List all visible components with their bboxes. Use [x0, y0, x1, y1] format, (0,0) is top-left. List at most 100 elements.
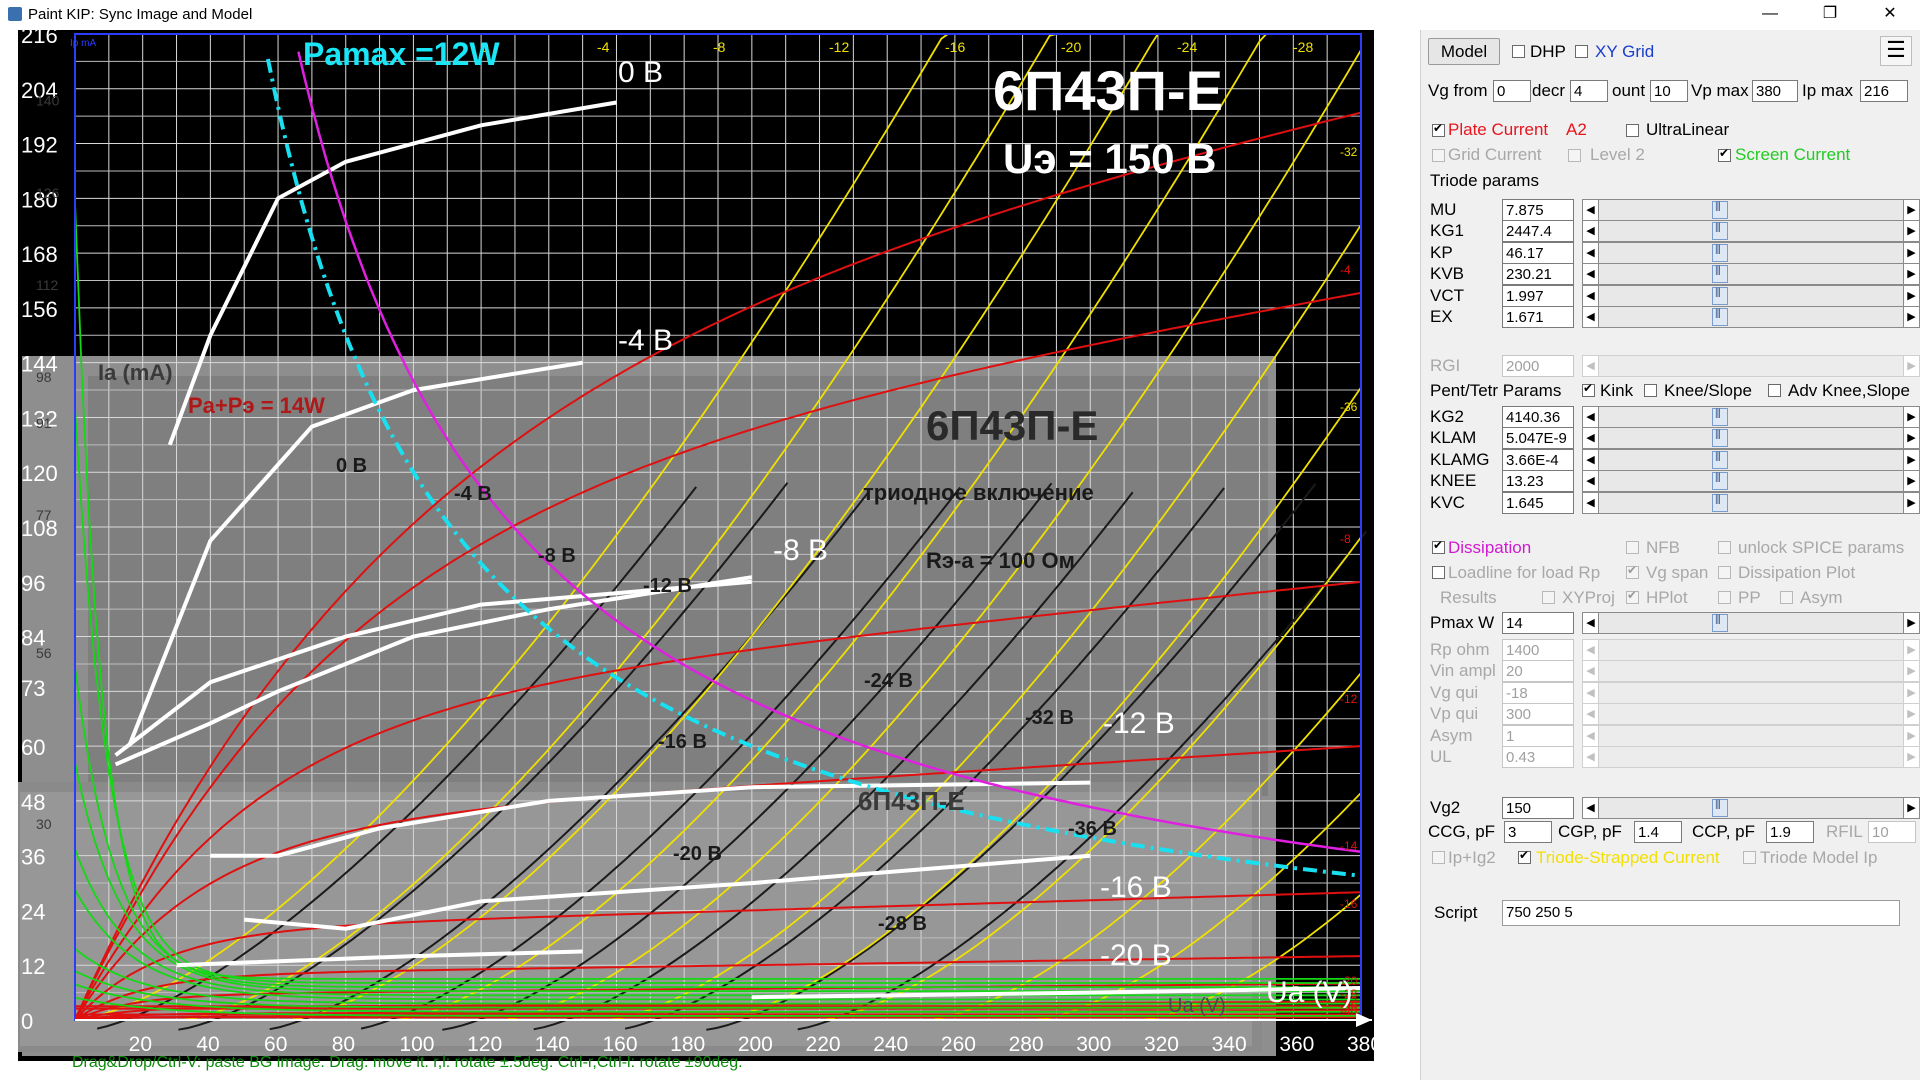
- rgi-field[interactable]: 2000: [1502, 355, 1574, 377]
- vp-qui-field[interactable]: 300: [1502, 703, 1574, 726]
- pp-checkbox[interactable]: [1718, 591, 1731, 604]
- triode-params-heading: Triode params: [1430, 171, 1539, 190]
- ip-ig2-checkbox[interactable]: [1432, 851, 1445, 864]
- right-grid-label: -14: [1340, 839, 1358, 853]
- screen-current-checkbox[interactable]: [1718, 146, 1731, 162]
- script-input[interactable]: 750 250 5: [1502, 900, 1900, 926]
- ultralinear-checkbox[interactable]: [1626, 124, 1639, 137]
- vg2-field[interactable]: 150: [1502, 797, 1574, 819]
- y-tick-label: 24: [21, 899, 45, 924]
- kink-label: Kink: [1600, 381, 1634, 400]
- rp-ohm-field[interactable]: 1400: [1502, 639, 1574, 661]
- hplot-checkbox[interactable]: [1626, 588, 1639, 604]
- vp-qui-slider[interactable]: ◀ ▶: [1582, 703, 1920, 726]
- kp-slider[interactable]: ◀▶: [1582, 241, 1920, 264]
- kp-field[interactable]: 46.17: [1502, 241, 1574, 264]
- dissipation-checkbox[interactable]: [1432, 538, 1445, 554]
- curve-label: -16 В: [1100, 871, 1172, 904]
- grid-current-checkbox[interactable]: [1432, 149, 1445, 162]
- level2-checkbox[interactable]: [1568, 149, 1581, 162]
- app-icon: [8, 7, 22, 21]
- kg1-field[interactable]: 2447.4: [1502, 220, 1574, 243]
- characteristic-plot[interactable]: 2162041921801681561441321201089684736048…: [18, 30, 1374, 1061]
- xy-grid-checkbox[interactable]: [1575, 45, 1588, 58]
- vg2-slider[interactable]: ◀▶: [1582, 797, 1920, 819]
- asym-field[interactable]: 1: [1502, 724, 1574, 747]
- knee-slider[interactable]: ◀▶: [1582, 470, 1920, 493]
- kvb-field[interactable]: 230.21: [1502, 263, 1574, 286]
- knee-field[interactable]: 13.23: [1502, 470, 1574, 493]
- unlock-spice-checkbox[interactable]: [1718, 541, 1731, 554]
- loadline-checkbox[interactable]: [1432, 566, 1445, 579]
- klam-field[interactable]: 5.047E-9: [1502, 427, 1574, 450]
- ex-field[interactable]: 1.671: [1502, 306, 1574, 328]
- ul-slider[interactable]: ◀ ▶: [1582, 746, 1920, 768]
- minimize-button[interactable]: —: [1740, 0, 1800, 30]
- maximize-button[interactable]: ❐: [1800, 0, 1860, 30]
- plot-canvas[interactable]: 216 204 192 180 168 156 144 132 120 108 96 84 73 60 48…: [18, 30, 1374, 1061]
- kvb-slider[interactable]: ◀▶: [1582, 263, 1920, 286]
- bg-curve-label: -24 В: [864, 670, 913, 692]
- status-hint: Drag&Drop/Ctrl-V: paste BG image. Drag: …: [72, 1054, 743, 1071]
- asym-checkbox[interactable]: [1780, 591, 1793, 604]
- bg-curve-label: -20 В: [673, 843, 722, 865]
- tube-title: 6П43П-Е: [993, 59, 1223, 122]
- unlock-spice-label: unlock SPICE params: [1738, 538, 1905, 557]
- vg-qui-field[interactable]: -18: [1502, 681, 1574, 704]
- klamg-field[interactable]: 3.66E-4: [1502, 448, 1574, 471]
- vg-from-label: Vg from: [1428, 81, 1488, 100]
- triode-model-ip-checkbox[interactable]: [1743, 851, 1756, 864]
- ip-max-field[interactable]: 216: [1860, 80, 1908, 102]
- xyproj-checkbox[interactable]: [1542, 591, 1555, 604]
- x-tick-label: 100: [399, 1033, 434, 1056]
- mu-field[interactable]: 7.875: [1502, 199, 1574, 221]
- kvc-slider[interactable]: ◀▶: [1582, 491, 1920, 514]
- dhp-checkbox[interactable]: [1512, 45, 1525, 58]
- count-field[interactable]: 10: [1650, 80, 1688, 102]
- kink-checkbox[interactable]: [1582, 381, 1595, 397]
- klam-slider[interactable]: ◀▶: [1582, 427, 1920, 450]
- ccg-label: CCG, pF: [1428, 822, 1496, 841]
- ccp-field[interactable]: 1.9: [1766, 821, 1814, 843]
- vct-field[interactable]: 1.997: [1502, 284, 1574, 307]
- model-button[interactable]: Model: [1428, 38, 1500, 65]
- vin-ampl-slider[interactable]: ◀ ▶: [1582, 660, 1920, 683]
- pmax-slider[interactable]: ◀▶: [1582, 612, 1920, 634]
- y-tick-label: 12: [21, 954, 45, 979]
- grid-current-label: Grid Current: [1448, 145, 1542, 164]
- klamg-slider[interactable]: ◀▶: [1582, 448, 1920, 471]
- kvc-field[interactable]: 1.645: [1502, 491, 1574, 514]
- triode-strapped-checkbox[interactable]: [1518, 848, 1531, 864]
- top-grid-label: -24: [1177, 39, 1197, 55]
- decr-field[interactable]: 4: [1570, 80, 1608, 102]
- ul-field[interactable]: 0.43: [1502, 746, 1574, 768]
- ex-slider[interactable]: ◀▶: [1582, 306, 1920, 328]
- vg-from-field[interactable]: 0: [1493, 80, 1531, 102]
- vct-slider[interactable]: ◀▶: [1582, 284, 1920, 307]
- adv-knee-label: Adv Knee,Slope: [1788, 381, 1910, 400]
- vp-max-field[interactable]: 380: [1752, 80, 1798, 102]
- dissipation-plot-checkbox[interactable]: [1718, 566, 1731, 579]
- rfil-field[interactable]: 10: [1868, 821, 1916, 843]
- rgi-slider[interactable]: ◀ ▶: [1582, 355, 1920, 377]
- ccg-field[interactable]: 3: [1504, 821, 1552, 843]
- hamburger-menu-icon[interactable]: ☰: [1880, 36, 1912, 66]
- vin-ampl-field[interactable]: 20: [1502, 660, 1574, 683]
- kg2-field[interactable]: 4140.36: [1502, 406, 1574, 428]
- kg2-slider[interactable]: ◀▶: [1582, 406, 1920, 428]
- asym-slider[interactable]: ◀ ▶: [1582, 724, 1920, 747]
- close-button[interactable]: ✕: [1860, 0, 1920, 30]
- kg1-slider[interactable]: ◀▶: [1582, 220, 1920, 243]
- plate-current-checkbox[interactable]: [1432, 121, 1445, 137]
- bg-y-tick-label: 112: [36, 277, 59, 293]
- vg-qui-slider[interactable]: ◀ ▶: [1582, 681, 1920, 704]
- pmax-field[interactable]: 14: [1502, 612, 1574, 634]
- rp-ohm-slider[interactable]: ◀ ▶: [1582, 639, 1920, 661]
- asym-result-label: Asym: [1800, 588, 1843, 607]
- vg-span-checkbox[interactable]: [1626, 563, 1639, 579]
- cgp-field[interactable]: 1.4: [1634, 821, 1682, 843]
- mu-slider[interactable]: ◀▶: [1582, 199, 1920, 221]
- adv-knee-checkbox[interactable]: [1768, 384, 1781, 397]
- nfb-checkbox[interactable]: [1626, 541, 1639, 554]
- knee-slope-checkbox[interactable]: [1644, 384, 1657, 397]
